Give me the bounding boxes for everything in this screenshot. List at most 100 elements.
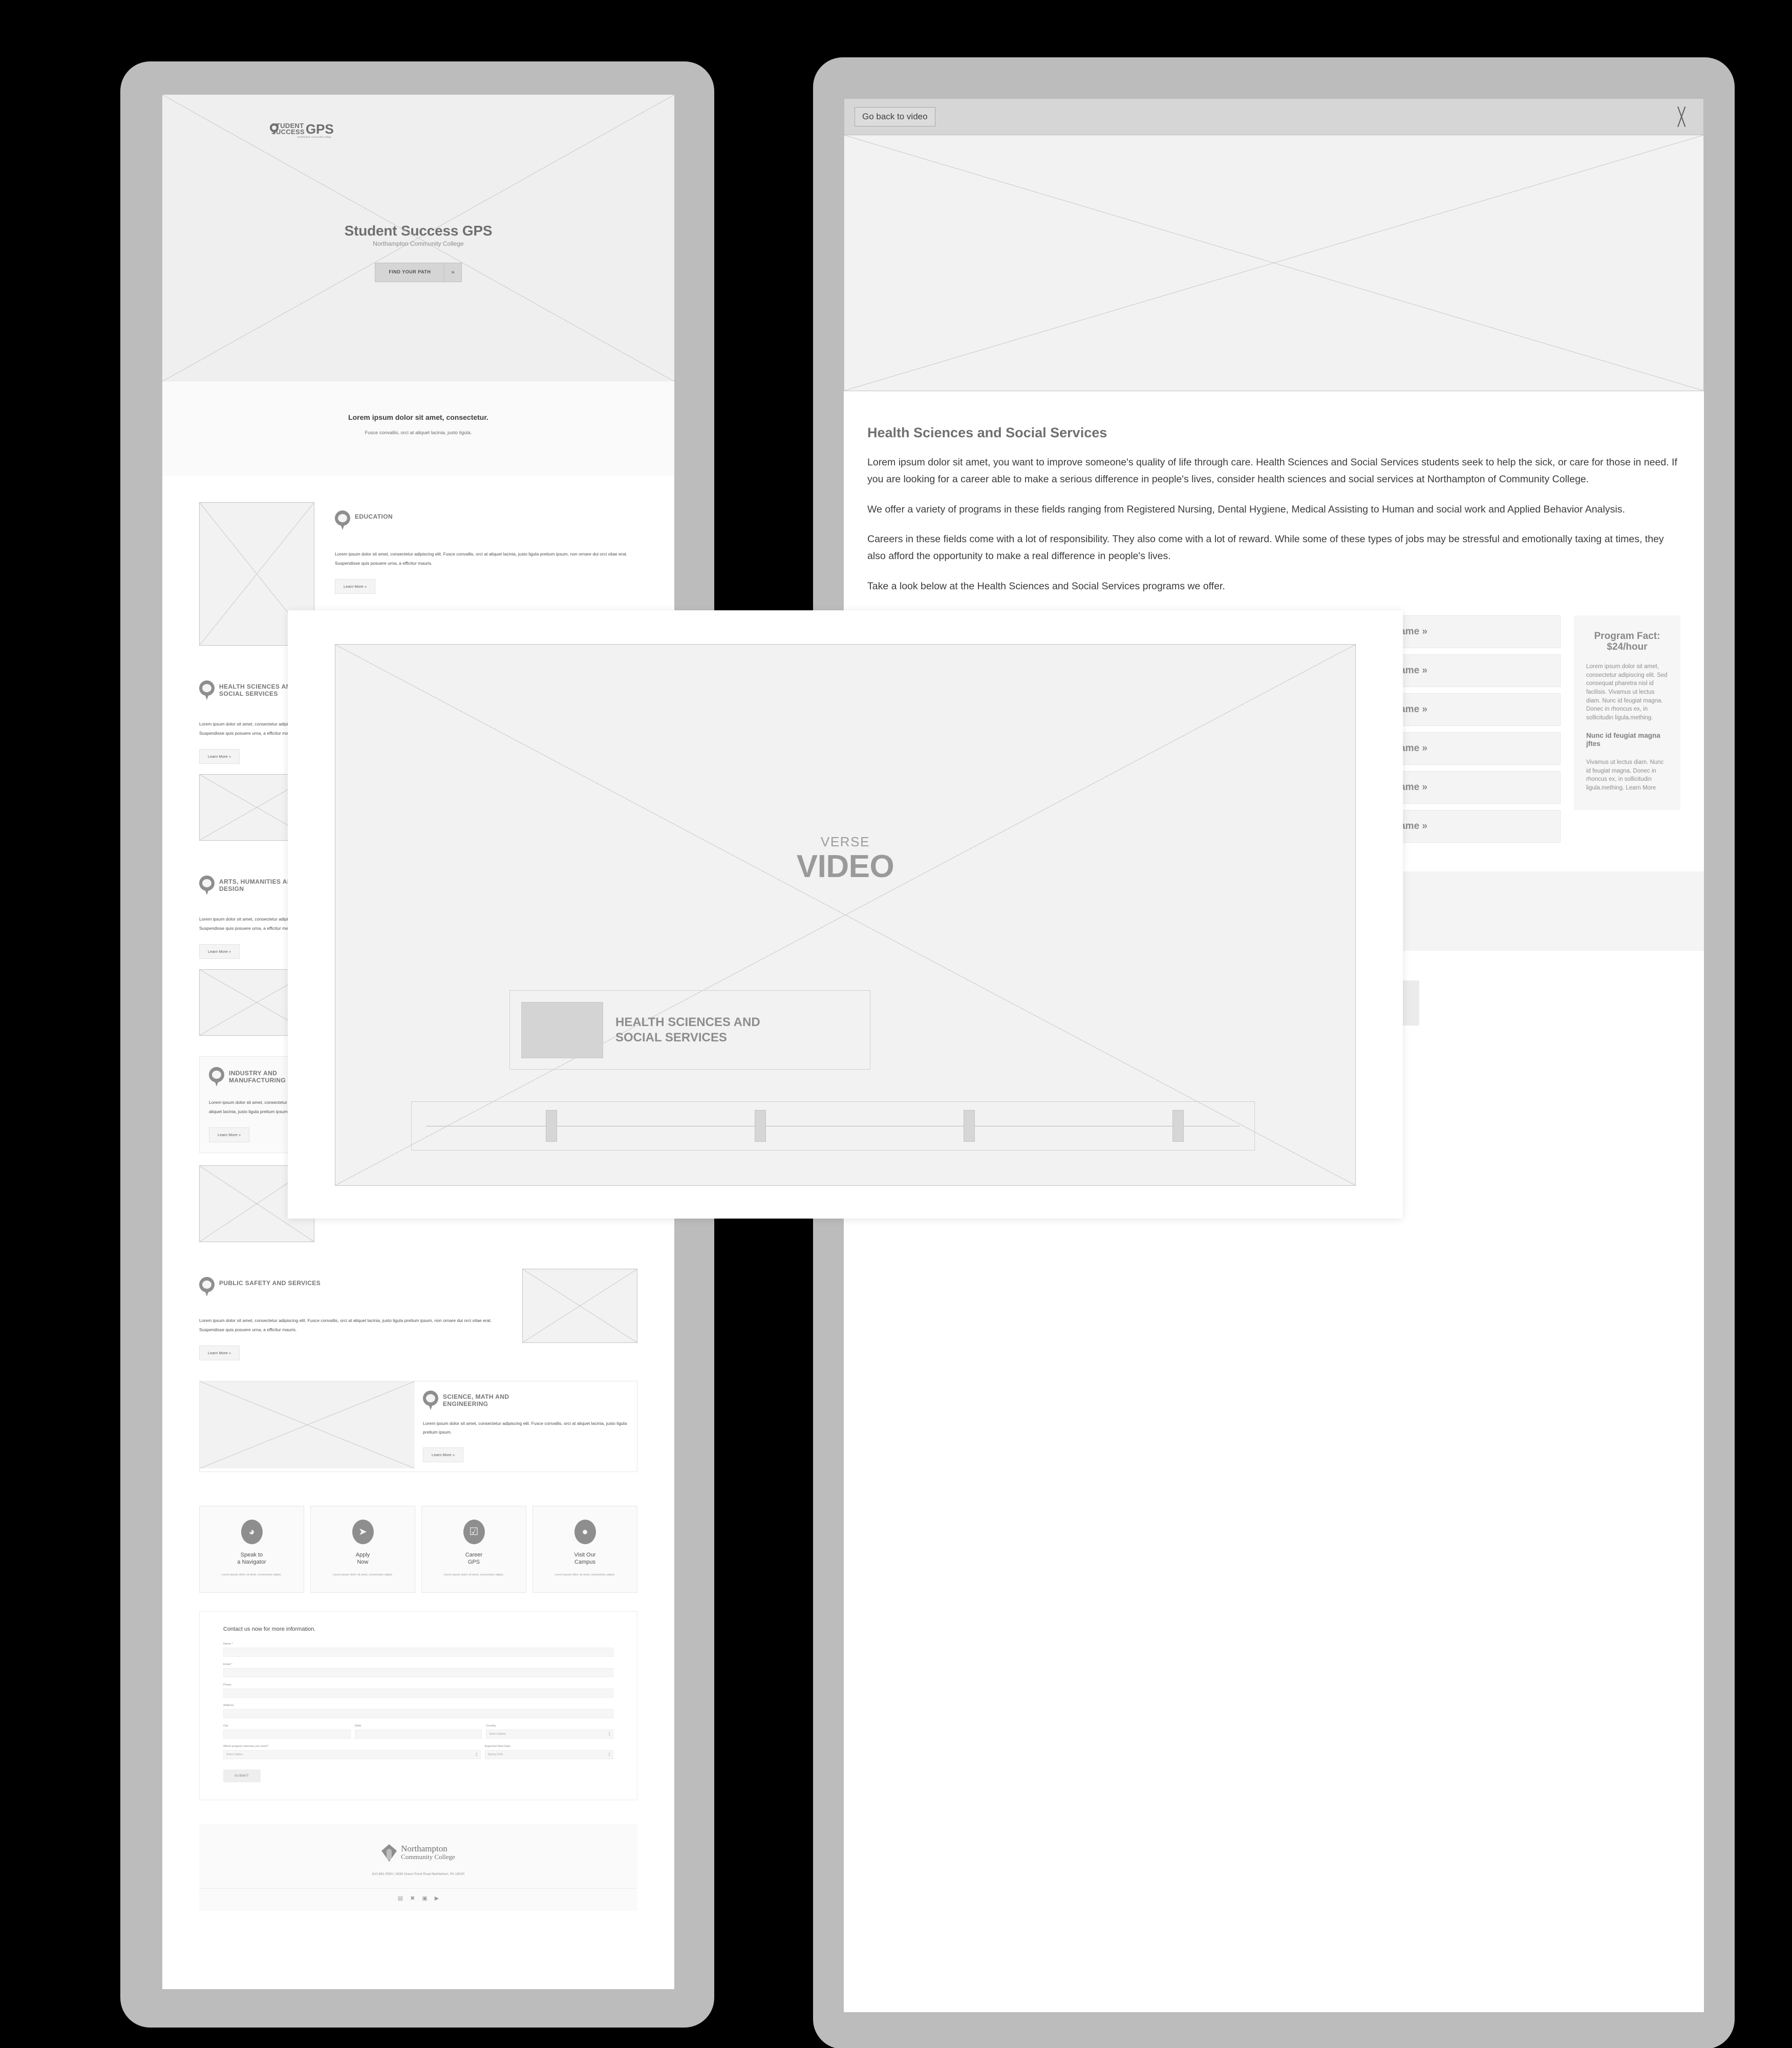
learn-more-button[interactable]: Learn More » (209, 1127, 250, 1143)
program-interest-label: Which program interests you most? (223, 1745, 268, 1748)
category-row-public-safety: PUBLIC SAFETY AND SERVICES Lorem ipsum d… (162, 1269, 674, 1361)
state-input[interactable] (354, 1730, 482, 1739)
site-logo[interactable]: STUDENT SUCCESS GPS Northampton Communit… (270, 121, 334, 138)
category-title: EDUCATION (355, 513, 393, 520)
start-date-select[interactable]: Spring 2018 ∧ ∨ (484, 1750, 613, 1760)
submit-button[interactable]: SUBMIT (223, 1769, 261, 1783)
email-label: Email * (223, 1663, 232, 1667)
category-title: SCIENCE, MATH AND ENGINEERING (443, 1393, 509, 1408)
go-back-to-video-button[interactable]: Go back to video (855, 107, 935, 126)
category-image-placeholder (200, 1381, 415, 1469)
close-icon[interactable] (1671, 106, 1692, 127)
article-paragraph-2: We offer a variety of programs in these … (867, 503, 1625, 515)
program-interest-select[interactable]: Select Option ∧ ∨ (223, 1750, 481, 1760)
article-paragraph-1: Lorem ipsum dolor sit amet, you want to … (867, 457, 1677, 485)
chevron-updown-icon: ∧ ∨ (476, 1752, 478, 1758)
map-pin-icon (199, 1277, 215, 1297)
city-input[interactable] (223, 1730, 351, 1739)
intro-band: Lorem ipsum dolor sit amet, consectetur.… (162, 381, 674, 476)
learn-more-button[interactable]: Learn More » (335, 579, 376, 594)
logo-gps: GPS (305, 121, 334, 137)
tile-career-gps[interactable]: ☑ Career GPS Lorem ipsum dolor sit amet, … (421, 1506, 526, 1593)
video-modal-stage[interactable]: VERSE VIDEO HEALTH SCIENCES AND SOCIAL S… (335, 644, 1356, 1186)
country-select[interactable]: Select Option ∧ ∨ (486, 1730, 614, 1739)
learn-more-button[interactable]: Learn More » (423, 1447, 464, 1463)
tile-apply-now[interactable]: ➤ Apply Now Lorem ipsum dolor sit amet, c… (310, 1506, 415, 1593)
find-your-path-group[interactable]: FIND YOUR PATH » (375, 263, 462, 282)
start-date-value: Spring 2018 (487, 1753, 503, 1757)
program-interest-value: Select Option (226, 1753, 243, 1757)
logo-subtitle: Northampton Community College (297, 135, 331, 138)
slider-knob[interactable] (1172, 1110, 1184, 1142)
email-input[interactable] (223, 1668, 613, 1678)
modal-chip-thumbnail (521, 1001, 603, 1058)
category-title: PUBLIC SAFETY AND SERVICES (219, 1279, 321, 1287)
country-label: Country (486, 1724, 496, 1728)
category-body: Lorem ipsum dolor sit amet, consectetur … (199, 1318, 492, 1333)
modal-timeline-slider[interactable] (411, 1101, 1255, 1150)
video-toolbar: Go back to video (844, 98, 1704, 135)
phone-input[interactable] (223, 1689, 613, 1698)
category-heading: EDUCATION (335, 510, 637, 531)
map-pin-icon (199, 876, 215, 896)
facebook-icon[interactable]: ▤ (398, 1896, 403, 1902)
tile-icon-glyph: ☑ (469, 1526, 479, 1538)
modal-category-chip[interactable]: HEALTH SCIENCES AND SOCIAL SERVICES (509, 990, 870, 1070)
footer-social-links: ▤ ✖ ▣ ▶ (199, 1888, 637, 1911)
slider-knob[interactable] (964, 1110, 975, 1142)
country-select-value: Select Option (489, 1733, 506, 1736)
chevron-updown-icon: ∧ ∨ (608, 1732, 611, 1737)
map-pin-icon (209, 1067, 224, 1087)
map-pin-icon: ● (574, 1520, 596, 1545)
logo-line-1: STUDENT (271, 122, 304, 130)
learn-more-button[interactable]: Learn More » (199, 1346, 240, 1361)
program-fact-paragraph: Lorem ipsum dolor sit amet, consectetur … (1586, 664, 1668, 721)
footer-college-name-line2: Community College (401, 1853, 455, 1861)
map-pin-icon (423, 1391, 438, 1411)
start-date-label: Expected Start Date (484, 1745, 510, 1748)
tile-icon-glyph: ● (582, 1526, 588, 1538)
tile-title-line1: Speak to (240, 1552, 263, 1559)
tile-title-line2: Campus (574, 1559, 595, 1566)
slider-knob[interactable] (755, 1110, 766, 1142)
instagram-icon[interactable]: ▣ (422, 1896, 427, 1902)
program-fact-value: $24/hour (1607, 641, 1648, 652)
learn-more-button[interactable]: Learn More » (199, 944, 240, 959)
find-your-path-button[interactable]: FIND YOUR PATH (375, 263, 445, 282)
modal-video-label: VIDEO (796, 849, 894, 884)
tile-visit-our-campus[interactable]: ● Visit Our Campus Lorem ipsum dolor sit … (532, 1506, 637, 1593)
tile-icon-glyph: ◕ (248, 1526, 255, 1538)
hero-title: Student Success GPS (344, 223, 493, 239)
tile-text: Lorem ipsum dolor sit amet, consectetur … (332, 1573, 393, 1576)
article-body: Health Sciences and Social Services Lore… (844, 391, 1704, 595)
name-label: Name * (223, 1642, 233, 1646)
footer-logo: Northampton Community College (381, 1844, 455, 1862)
phone-label: Phone (223, 1683, 232, 1687)
tile-title-line2: GPS (467, 1559, 480, 1566)
tile-title-line1: Visit Our (574, 1552, 596, 1559)
tile-title-line1: Apply (355, 1552, 370, 1559)
address-input[interactable] (223, 1709, 613, 1719)
twitter-icon[interactable]: ✖ (410, 1896, 415, 1902)
screenshot-stage: STUDENT SUCCESS GPS Northampton Communit… (0, 0, 1792, 2048)
city-label: City (223, 1724, 228, 1728)
youtube-icon[interactable]: ▶ (435, 1896, 439, 1902)
intro-heading: Lorem ipsum dolor sit amet, consectetur. (348, 413, 488, 421)
cursor-click-icon: ➤ (352, 1520, 374, 1545)
tile-icon-glyph: ➤ (358, 1526, 367, 1538)
modal-chip-line2: SOCIAL SERVICES (615, 1030, 727, 1044)
find-your-path-arrow-icon[interactable]: » (444, 263, 462, 282)
video-stage-placeholder[interactable] (844, 135, 1704, 391)
hero-section: STUDENT SUCCESS GPS Northampton Communit… (162, 95, 674, 381)
category-body: Lorem ipsum dolor sit amet, consectetur … (423, 1421, 627, 1435)
article-heading: Health Sciences and Social Services (867, 425, 1107, 440)
learn-more-button[interactable]: Learn More » (199, 749, 240, 764)
modal-chip-line1: HEALTH SCIENCES AND (615, 1015, 760, 1029)
name-input[interactable] (223, 1648, 613, 1657)
category-body: Lorem ipsum dolor sit amet, consectetur … (335, 551, 628, 566)
slider-knob[interactable] (546, 1110, 557, 1142)
site-footer: Northampton Community College 610.861.55… (199, 1824, 637, 1911)
state-label: State (354, 1724, 361, 1728)
tile-speak-to-navigator[interactable]: ◕ Speak to a Navigator Lorem ipsum dolor … (199, 1506, 304, 1593)
address-label: Address (223, 1704, 234, 1708)
